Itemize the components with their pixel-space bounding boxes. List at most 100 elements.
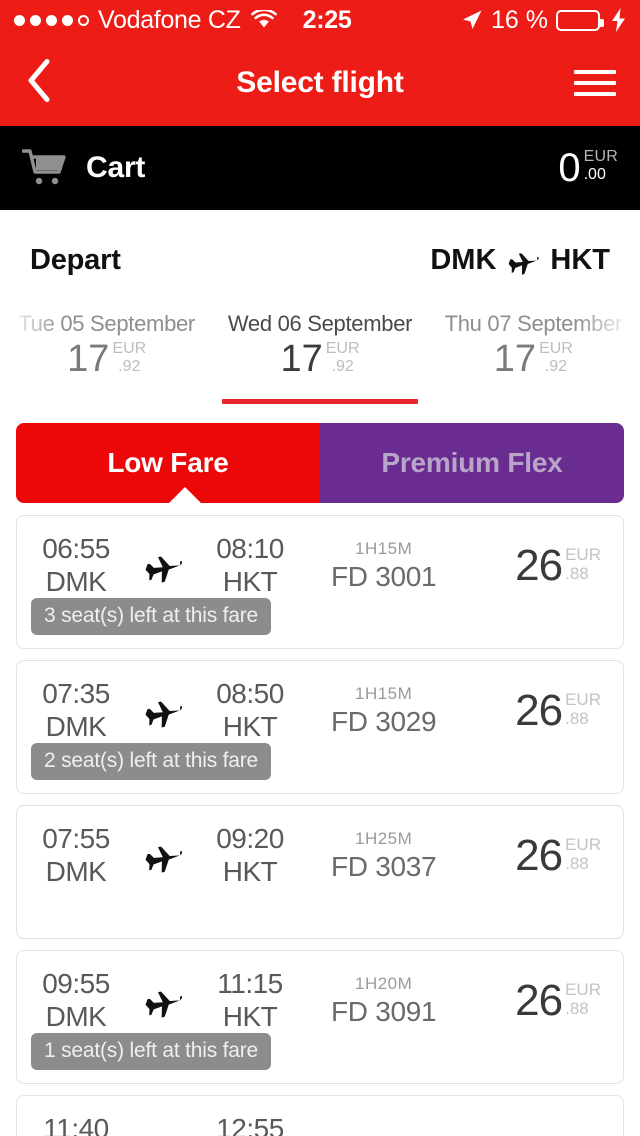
signal-strength-dots — [14, 15, 89, 26]
airplane-icon — [135, 549, 191, 583]
date-price-decimals: .92 — [326, 359, 360, 375]
flight-price-sub: EUR .88 — [565, 691, 601, 727]
flight-price: 26 EUR .88 — [515, 689, 623, 733]
cart-total: 0 EUR .00 — [558, 148, 618, 188]
arrival-time: 11:15 — [191, 968, 309, 1000]
flight-arrival: 09:20 HKT — [191, 823, 309, 889]
chevron-left-icon — [26, 59, 52, 108]
flight-price-sub: EUR .88 — [565, 981, 601, 1017]
cart-decimals: .00 — [584, 167, 618, 183]
arrival-airport: HKT — [191, 855, 309, 889]
flight-number: FD 3091 — [331, 995, 436, 1029]
date-price-amount: 17 — [494, 340, 536, 378]
flight-price-decimals: .88 — [565, 710, 601, 727]
shopping-cart-icon — [22, 148, 68, 188]
hamburger-menu-icon[interactable] — [574, 70, 616, 96]
cart-label: Cart — [86, 151, 145, 185]
departure-time: 09:55 — [17, 968, 135, 1000]
date-tab-1[interactable]: Wed 06 September 17 EUR .92 — [213, 311, 426, 403]
battery-percentage: 16 % — [491, 6, 548, 35]
arrival-airport: HKT — [191, 1000, 309, 1034]
flight-price: 26 EUR .88 — [515, 979, 623, 1023]
status-badge: 3 seat(s) left at this fare — [31, 598, 271, 635]
date-price-currency: EUR — [326, 341, 360, 357]
date-price-currency: EUR — [539, 341, 573, 357]
flight-duration: 1H15M — [331, 539, 436, 559]
menu-line — [574, 92, 616, 96]
flight-card-main: 07:55 DMK 09:20 HKT 1H25M FD 3037 — [17, 806, 623, 884]
arrival-time: 08:50 — [191, 678, 309, 710]
back-button[interactable] — [26, 59, 52, 108]
flight-card[interactable]: 11:40 DMK 12:55 HKT 1H15M — [16, 1095, 624, 1136]
cart-bar[interactable]: Cart 0 EUR .00 — [0, 126, 640, 210]
departure-airport: DMK — [17, 710, 135, 744]
departure-airport: DMK — [17, 855, 135, 889]
airplane-icon — [135, 839, 191, 873]
flight-price-currency: EUR — [565, 546, 601, 563]
signal-dot-empty — [78, 15, 89, 26]
departure-time: 06:55 — [17, 533, 135, 565]
signal-dot — [14, 15, 25, 26]
fare-tab-premium-flex[interactable]: Premium Flex — [320, 423, 624, 503]
flight-number: FD 3001 — [331, 560, 436, 594]
origin-code: DMK — [430, 244, 496, 277]
airplane-icon — [135, 984, 191, 1018]
fare-type-selector: Low Fare Premium Flex — [16, 423, 624, 503]
flight-price: 26 EUR .88 — [515, 544, 623, 588]
date-price-amount: 17 — [280, 340, 322, 378]
flight-arrival: 12:55 HKT — [191, 1113, 309, 1136]
flight-price-currency: EUR — [565, 691, 601, 708]
status-bar: Vodafone CZ 2:25 16 % — [0, 0, 640, 40]
route-summary: DMK HKT — [430, 244, 610, 277]
flight-price-sub: EUR .88 — [565, 546, 601, 582]
flight-duration: 1H20M — [331, 974, 436, 994]
flight-departure: 11:40 DMK — [17, 1113, 135, 1136]
cart-amount: 0 — [558, 148, 580, 188]
flight-number: FD 3037 — [331, 850, 436, 884]
battery-icon — [556, 10, 600, 31]
date-selector: Tue 05 September 17 EUR .92 Wed 06 Septe… — [0, 311, 640, 403]
flight-results-list[interactable]: 06:55 DMK 08:10 HKT 1H15M FD 3001 — [0, 515, 640, 1136]
menu-line — [574, 70, 616, 74]
airplane-icon — [135, 694, 191, 728]
flight-duration: 1H25M — [331, 829, 436, 849]
flight-card[interactable]: 06:55 DMK 08:10 HKT 1H15M FD 3001 — [16, 515, 624, 649]
arrival-time: 12:55 — [191, 1113, 309, 1136]
date-tab-0[interactable]: Tue 05 September 17 EUR .92 — [0, 311, 213, 403]
status-badge: 2 seat(s) left at this fare — [31, 743, 271, 780]
status-bar-right-group: 16 % — [461, 6, 626, 35]
flight-price-amount: 26 — [515, 544, 562, 588]
airplane-icon — [506, 247, 540, 275]
date-price-sub: EUR .92 — [539, 341, 573, 375]
flight-card-main: 09:55 DMK 11:15 HKT 1H20M FD 3091 — [17, 951, 623, 1029]
flight-departure: 09:55 DMK — [17, 968, 135, 1034]
flight-card-main: 06:55 DMK 08:10 HKT 1H15M FD 3001 — [17, 516, 623, 594]
flight-card[interactable]: 07:55 DMK 09:20 HKT 1H25M FD 3037 — [16, 805, 624, 939]
flight-price-amount: 26 — [515, 689, 562, 733]
page-title: Select flight — [0, 66, 640, 100]
lightning-bolt-icon — [611, 8, 626, 32]
flight-info: 1H20M FD 3091 — [331, 974, 436, 1029]
departure-time: 11:40 — [17, 1113, 135, 1136]
flight-price-decimals: .88 — [565, 1000, 601, 1017]
flight-price-amount: 26 — [515, 979, 562, 1023]
flight-price-currency: EUR — [565, 836, 601, 853]
carrier-name: Vodafone CZ — [98, 6, 241, 35]
status-badge: 1 seat(s) left at this fare — [31, 1033, 271, 1070]
flight-price-decimals: .88 — [565, 855, 601, 872]
arrival-time: 09:20 — [191, 823, 309, 855]
arrival-airport: HKT — [191, 565, 309, 599]
selected-fare-notch — [168, 487, 202, 504]
flight-card[interactable]: 09:55 DMK 11:15 HKT 1H20M FD 3091 — [16, 950, 624, 1084]
fare-toggle: Low Fare Premium Flex — [16, 423, 624, 503]
flight-card-main: 11:40 DMK 12:55 HKT 1H15M — [17, 1096, 623, 1136]
flight-card[interactable]: 07:35 DMK 08:50 HKT 1H15M FD 3029 — [16, 660, 624, 794]
date-tab-label: Tue 05 September — [0, 311, 213, 337]
flight-departure: 07:55 DMK — [17, 823, 135, 889]
selected-date-underline — [222, 399, 418, 404]
date-tab-2[interactable]: Thu 07 September 17 EUR .92 — [427, 311, 640, 403]
destination-code: HKT — [550, 244, 610, 277]
flight-arrival: 11:15 HKT — [191, 968, 309, 1034]
date-price-amount: 17 — [67, 340, 109, 378]
cart-amount-sub: EUR .00 — [584, 149, 618, 183]
